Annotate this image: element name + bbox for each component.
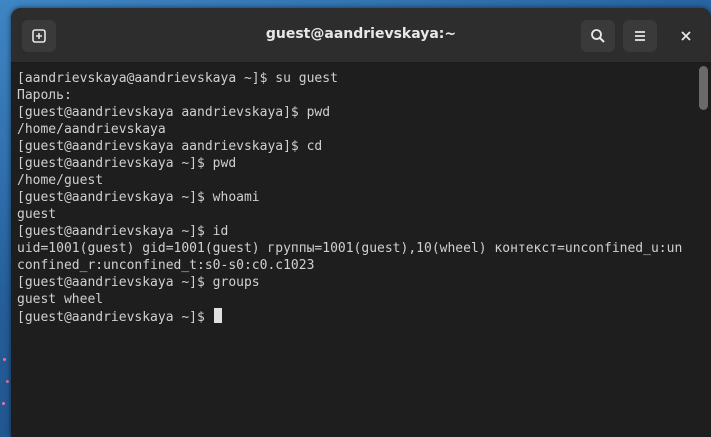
search-icon [591,29,605,43]
terminal-line: guest [17,207,57,222]
terminal-line: guest wheel [17,292,104,307]
text-cursor [213,308,222,323]
window-title: guest@aandrievskaya:~ [265,26,457,42]
terminal-line: [guest@aandrievskaya aandrievskaya]$ cd [17,139,323,154]
terminal-window: guest@aandrievskaya:~ [aandrievskaya@aan… [11,8,711,437]
terminal-line: /home/aandrievskaya [17,122,166,137]
terminal-line: [aandrievskaya@aandrievskaya ~]$ su gues… [17,71,338,86]
terminal-line: [guest@aandrievskaya ~]$ whoami [17,190,260,205]
window-titlebar[interactable]: guest@aandrievskaya:~ [11,8,711,63]
terminal-output[interactable]: [aandrievskaya@aandrievskaya ~]$ su gues… [11,63,691,437]
terminal-line: [guest@aandrievskaya aandrievskaya]$ pwd [17,105,331,120]
terminal-line: [guest@aandrievskaya ~]$ groups [17,275,260,290]
terminal-prompt-line[interactable]: [guest@aandrievskaya ~]$ [17,308,682,325]
search-button[interactable] [581,20,615,52]
hamburger-menu-icon [635,31,645,41]
new-tab-icon [32,29,46,43]
menu-button[interactable] [623,20,657,52]
wallpaper-dot [3,358,6,361]
terminal-line: [guest@aandrievskaya ~]$ id [17,224,229,239]
terminal-line: uid=1001(guest) gid=1001(guest) группы=1… [17,241,683,256]
wallpaper-dot [6,380,9,383]
wallpaper-dot [2,402,5,405]
terminal-line: confined_r:unconfined_t:s0-s0:c0.c1023 [17,258,315,273]
terminal-line: [guest@aandrievskaya ~]$ pwd [17,156,237,171]
terminal-line: Пароль: [17,88,72,103]
terminal-lines: [aandrievskaya@aandrievskaya ~]$ su gues… [17,70,682,325]
terminal-line: /home/guest [17,173,104,188]
terminal-scrollbar[interactable] [699,66,708,110]
new-tab-button[interactable] [22,20,56,52]
close-icon [681,31,691,41]
close-button[interactable] [669,20,703,52]
terminal-prompt: [guest@aandrievskaya ~]$ [17,310,213,325]
